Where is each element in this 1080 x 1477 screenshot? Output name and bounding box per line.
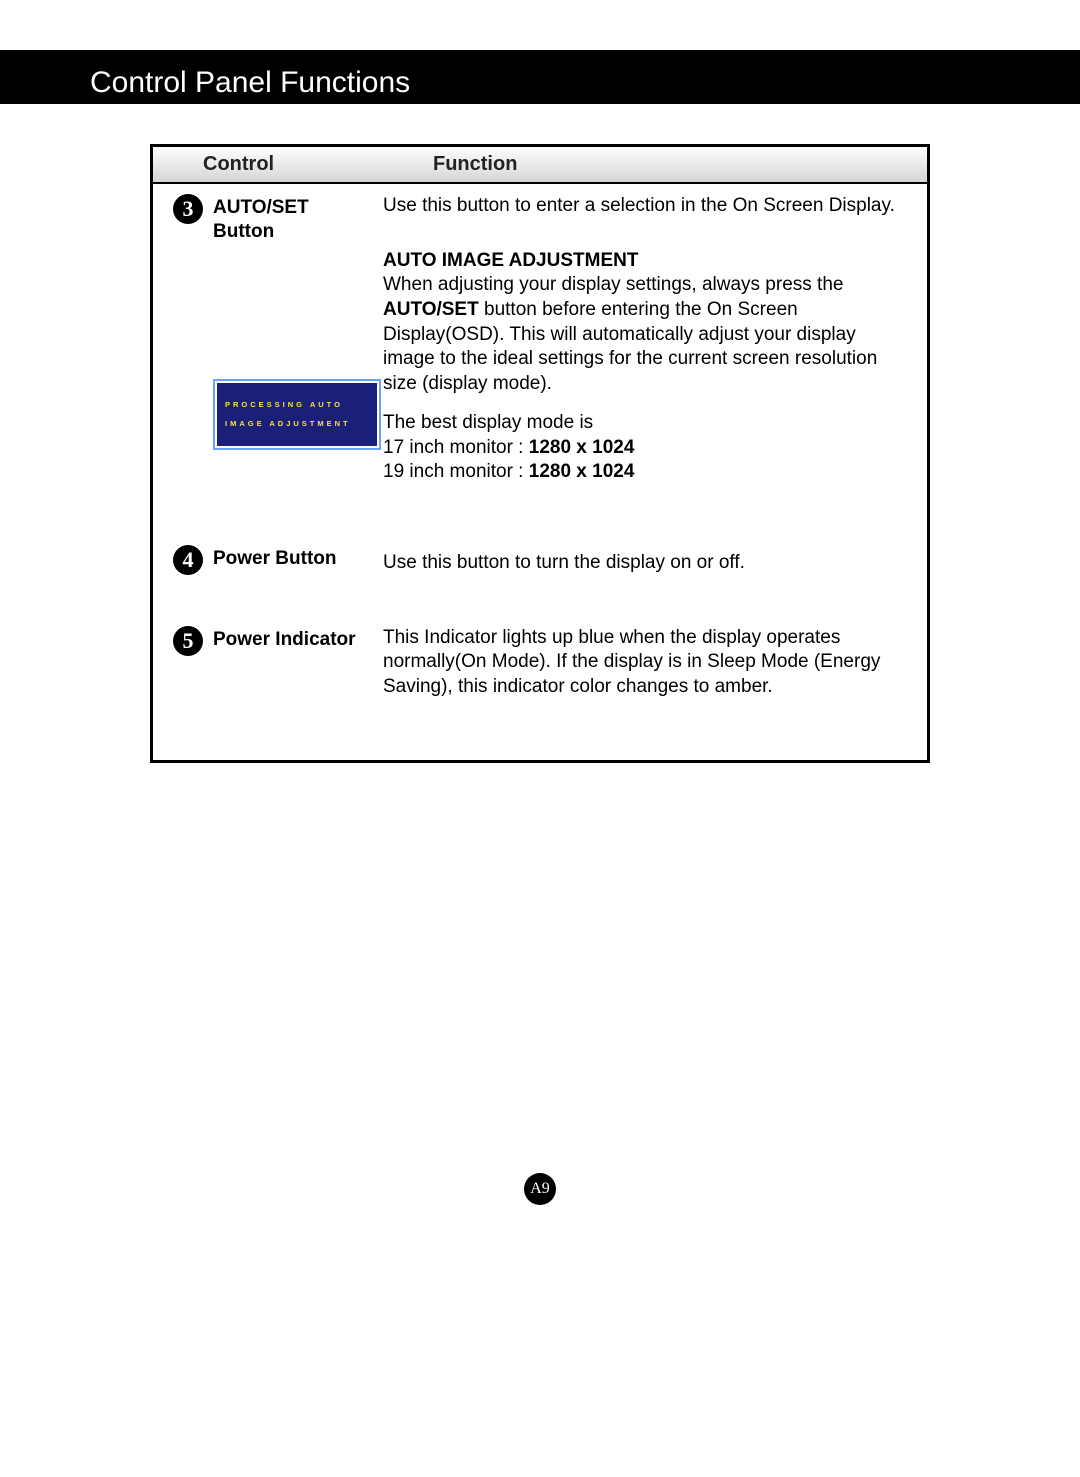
mode-label: 17 inch monitor :: [383, 437, 529, 458]
function-description: Use this button to enter a selection in …: [383, 194, 907, 485]
mode-res: 1280 x 1024: [529, 461, 635, 482]
page-title: Control Panel Functions: [90, 66, 410, 100]
header-function: Function: [423, 147, 927, 182]
sub-text-bold: AUTO/SET: [383, 299, 479, 320]
desc-text: Use this button to enter a selection in …: [383, 194, 907, 219]
sub-text: When adjusting your display settings, al…: [383, 273, 907, 396]
desc-text: This Indicator lights up blue when the d…: [383, 626, 907, 700]
number-badge-icon: 3: [173, 194, 203, 224]
osd-screenshot: PROCESSING AUTO IMAGE ADJUSTMENT: [213, 379, 381, 450]
mode-label: 19 inch monitor :: [383, 461, 529, 482]
control-label-line1: AUTO/SET: [213, 196, 383, 220]
function-description: Use this button to turn the display on o…: [383, 545, 907, 576]
table-header-row: Control Function: [153, 147, 927, 184]
control-label-line2: Button: [213, 220, 383, 244]
osd-inner: PROCESSING AUTO IMAGE ADJUSTMENT: [217, 383, 377, 446]
osd-line1: PROCESSING AUTO: [225, 395, 369, 415]
mode-line-17: 17 inch monitor : 1280 x 1024: [383, 436, 907, 461]
mode-res: 1280 x 1024: [529, 437, 635, 458]
manual-page: Control Panel Functions Control Function…: [0, 50, 1080, 1245]
table-row: 4 Power Button Use this button to turn t…: [153, 515, 927, 606]
control-label: AUTO/SET Button PROCESSING AUTO IMAGE AD…: [213, 194, 383, 485]
auto-image-adjustment-block: AUTO IMAGE ADJUSTMENT When adjusting you…: [383, 249, 907, 485]
sub-heading: AUTO IMAGE ADJUSTMENT: [383, 249, 907, 274]
header-control: Control: [153, 147, 423, 182]
page-number-badge: A9: [524, 1173, 556, 1205]
control-label-line1: Power Button: [213, 547, 383, 571]
sub-text-before: When adjusting your display settings, al…: [383, 274, 843, 295]
number-badge-icon: 4: [173, 545, 203, 575]
control-label-line1: Power Indicator: [213, 628, 383, 652]
control-label: Power Button: [213, 545, 383, 576]
functions-table: Control Function 3 AUTO/SET Button PROCE…: [150, 144, 930, 763]
function-description: This Indicator lights up blue when the d…: [383, 626, 907, 700]
table-row: 5 Power Indicator This Indicator lights …: [153, 606, 927, 760]
table-row: 3 AUTO/SET Button PROCESSING AUTO IMAGE …: [153, 184, 927, 515]
page-number: A9: [0, 1173, 1080, 1205]
row-number-col: 4: [173, 545, 213, 576]
best-mode-intro: The best display mode is: [383, 411, 907, 436]
number-badge-icon: 5: [173, 626, 203, 656]
mode-line-19: 19 inch monitor : 1280 x 1024: [383, 460, 907, 485]
page-title-band: Control Panel Functions: [0, 50, 1080, 104]
desc-text: Use this button to turn the display on o…: [383, 545, 907, 576]
best-mode-block: The best display mode is 17 inch monitor…: [383, 411, 907, 485]
control-label: Power Indicator: [213, 626, 383, 700]
osd-figure-wrap: PROCESSING AUTO IMAGE ADJUSTMENT: [213, 379, 383, 450]
osd-line2: IMAGE ADJUSTMENT: [225, 414, 369, 434]
row-number-col: 3: [173, 194, 213, 485]
row-number-col: 5: [173, 626, 213, 700]
